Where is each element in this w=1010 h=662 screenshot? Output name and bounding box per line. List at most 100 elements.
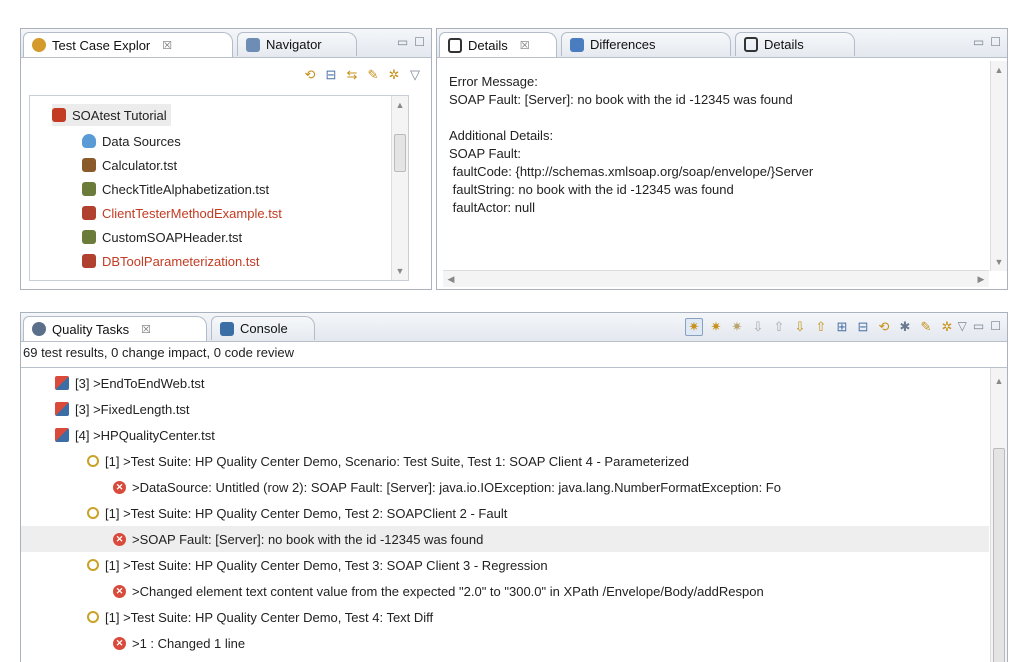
tab-details-2[interactable]: Details — [735, 32, 855, 56]
tab-label: Details — [468, 37, 508, 53]
tab-label: Console — [240, 321, 288, 336]
scroll-thumb[interactable] — [993, 448, 1005, 662]
result-row[interactable]: [1] >Test Suite: HP Quality Center Demo,… — [21, 604, 989, 630]
maximize-icon[interactable]: ☐ — [990, 35, 1001, 49]
tree-item-label: ClientTesterMethodExample.tst — [102, 205, 282, 221]
details-vscrollbar[interactable]: ▲ ▼ — [990, 61, 1007, 271]
detail-line: Additional Details: — [449, 128, 554, 143]
result-row[interactable]: [3] >FixedLength.tst — [21, 396, 989, 422]
arrow-down-icon[interactable]: ⇩ — [792, 319, 808, 335]
quality-tasks-toolbar: ✷ ✷ ✷ ⇩ ⇧ ⇩ ⇧ ⊞ ⊟ ⟲ ✱ ✎ ✲ — [685, 318, 955, 336]
tree-item-file[interactable]: DBToolParameterization.tst — [82, 250, 260, 272]
result-row[interactable]: [4] >HPQualityCenter.tst — [21, 422, 989, 448]
navigator-icon — [246, 37, 260, 52]
row-text: [1] >Test Suite: HP Quality Center Demo,… — [105, 609, 434, 625]
warning-icon — [87, 507, 99, 519]
tab-label: Quality Tasks — [52, 321, 130, 337]
explorer-tabbar: Test Case Explor ☒ Navigator ▭ ☐ — [21, 29, 431, 58]
wand-icon[interactable]: ✎ — [365, 67, 381, 83]
close-icon[interactable]: ☒ — [520, 39, 530, 52]
scroll-right-icon[interactable]: ▶ — [973, 274, 989, 285]
test-case-explorer-icon — [32, 38, 46, 52]
result-row[interactable]: ✕ >Changed element text content value fr… — [21, 578, 989, 604]
filter-info-icon[interactable]: ✷ — [729, 319, 745, 335]
view-menu-icon[interactable]: ▽ — [407, 67, 423, 83]
close-icon[interactable]: ☒ — [141, 323, 151, 336]
collapse-all-icon[interactable]: ⊟ — [323, 67, 339, 83]
database-icon — [82, 134, 96, 148]
filter-warnings-icon[interactable]: ✷ — [708, 319, 724, 335]
result-row-selected[interactable]: ✕ >SOAP Fault: [Server]: no book with th… — [21, 526, 989, 552]
maximize-icon[interactable]: ☐ — [414, 35, 425, 49]
collapse-all-icon[interactable]: ⊟ — [855, 319, 871, 335]
row-text: [1] >Test Suite: HP Quality Center Demo,… — [105, 453, 689, 469]
arrow-up-icon[interactable]: ⇧ — [813, 319, 829, 335]
scroll-down-icon[interactable]: ▼ — [991, 257, 1007, 267]
row-text: [3] >FixedLength.tst — [75, 401, 190, 417]
test-file-icon — [82, 230, 96, 244]
tree-item-label: SOAtest Tutorial — [72, 107, 167, 123]
result-row[interactable]: [1] >Test Suite: HP Quality Center Demo,… — [21, 500, 989, 526]
window-controls: ▭ ☐ — [973, 35, 1001, 49]
scroll-up-icon[interactable]: ▲ — [991, 65, 1007, 75]
arrow-up-outline-icon[interactable]: ⇧ — [771, 319, 787, 335]
result-row[interactable]: [1] >Test Suite: HP Quality Center Demo,… — [21, 552, 989, 578]
tab-console[interactable]: Console — [211, 316, 315, 340]
tree-item-file[interactable]: CheckTitleAlphabetization.tst — [82, 178, 269, 200]
error-icon: ✕ — [113, 480, 126, 494]
tree-scrollbar[interactable]: ▲ ▼ — [391, 96, 408, 280]
results-scrollbar[interactable]: ▲ — [990, 368, 1007, 662]
warning-icon — [87, 611, 99, 623]
details-hscrollbar[interactable]: ◀ ▶ — [443, 270, 989, 287]
project-icon — [52, 108, 66, 122]
details-pane: Details ☒ Differences Details ▭ ☐ Error … — [436, 28, 1008, 290]
scroll-up-icon[interactable]: ▲ — [392, 100, 408, 110]
view-menu-icon[interactable]: ▽ — [958, 319, 967, 333]
result-row[interactable]: [1] >Test Suite: HP Quality Center Demo,… — [21, 448, 989, 474]
details-tabbar: Details ☒ Differences Details ▭ ☐ — [437, 29, 1007, 58]
tree-item-root[interactable]: SOAtest Tutorial — [52, 104, 171, 126]
error-icon: ✕ — [113, 532, 126, 546]
failed-test-file-icon — [82, 254, 96, 268]
tree-item-data-sources[interactable]: Data Sources — [82, 130, 181, 152]
test-file-icon — [82, 182, 96, 196]
details-icon — [744, 37, 758, 52]
scroll-left-icon[interactable]: ◀ — [443, 274, 459, 285]
details-text: Error Message: SOAP Fault: [Server]: no … — [449, 73, 987, 217]
tab-label: Details — [764, 37, 804, 52]
tree-item-file[interactable]: ClientTesterMethodExample.tst — [82, 202, 282, 224]
result-row[interactable]: ✕ >1 : Changed 1 line — [21, 630, 989, 656]
maximize-icon[interactable]: ☐ — [990, 319, 1001, 333]
row-text: >SOAP Fault: [Server]: no book with the … — [132, 531, 484, 547]
scroll-down-icon[interactable]: ▼ — [392, 266, 408, 276]
minimize-icon[interactable]: ▭ — [973, 35, 984, 49]
scroll-thumb[interactable] — [394, 134, 406, 172]
result-row[interactable]: ✕ >DataSource: Untitled (row 2): SOAP Fa… — [21, 474, 989, 500]
link-icon[interactable]: ⇆ — [344, 67, 360, 83]
results-tree: [3] >EndToEndWeb.tst [3] >FixedLength.ts… — [21, 367, 1007, 662]
expand-all-icon[interactable]: ⊞ — [834, 319, 850, 335]
minimize-icon[interactable]: ▭ — [973, 319, 984, 333]
wand-icon[interactable]: ✎ — [918, 319, 934, 335]
differences-icon — [570, 37, 584, 52]
filter-errors-icon[interactable]: ✷ — [685, 318, 703, 336]
filter-icon[interactable]: ✲ — [939, 319, 955, 335]
bug-icon[interactable]: ✱ — [897, 319, 913, 335]
row-text: [1] >Test Suite: HP Quality Center Demo,… — [105, 505, 508, 521]
tab-quality-tasks[interactable]: Quality Tasks ☒ — [23, 316, 207, 341]
filter-icon[interactable]: ✲ — [386, 67, 402, 83]
close-icon[interactable]: ☒ — [162, 39, 172, 52]
tab-details[interactable]: Details ☒ — [439, 32, 557, 57]
scroll-up-icon[interactable]: ▲ — [991, 376, 1007, 386]
tab-navigator[interactable]: Navigator — [237, 32, 357, 56]
tree-item-file[interactable]: CustomSOAPHeader.tst — [82, 226, 242, 248]
sync-icon[interactable]: ⟲ — [302, 67, 318, 83]
tab-differences[interactable]: Differences — [561, 32, 731, 56]
minimize-icon[interactable]: ▭ — [397, 35, 408, 49]
window-controls: ▭ ☐ — [397, 35, 425, 49]
sync-icon[interactable]: ⟲ — [876, 319, 892, 335]
result-row[interactable]: [3] >EndToEndWeb.tst — [21, 370, 989, 396]
arrow-down-outline-icon[interactable]: ⇩ — [750, 319, 766, 335]
tree-item-file[interactable]: Calculator.tst — [82, 154, 177, 176]
tab-test-case-explorer[interactable]: Test Case Explor ☒ — [23, 32, 233, 57]
